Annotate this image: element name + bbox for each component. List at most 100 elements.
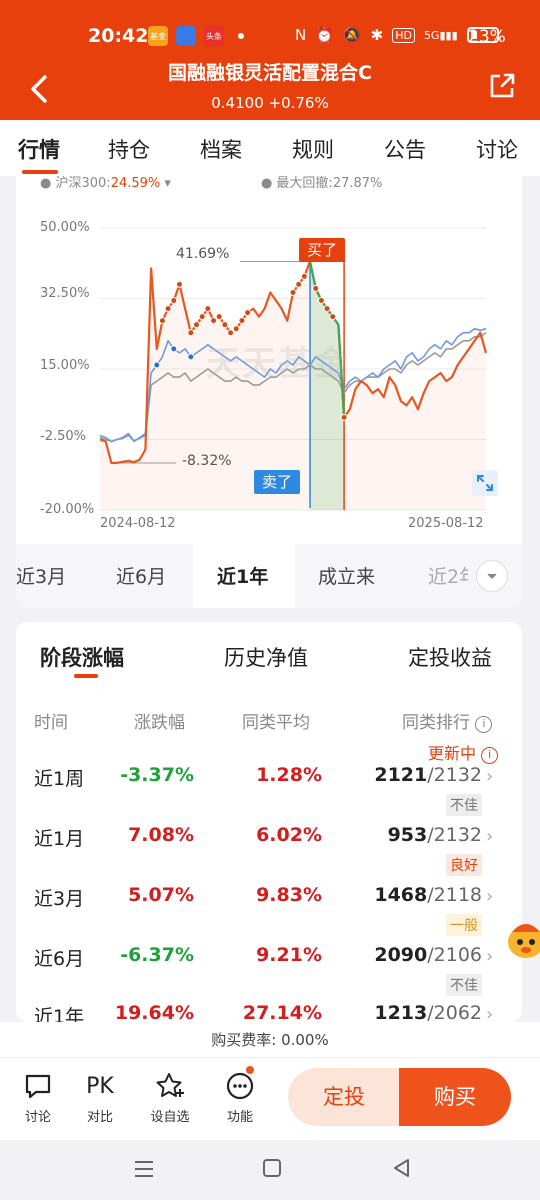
- period-since-inception[interactable]: 成立来: [318, 562, 375, 589]
- col-header-period: 时间: [34, 713, 68, 733]
- purchase-fee: 购买费率: 0.00%: [0, 1022, 540, 1058]
- row-avg: 9.21%: [256, 944, 322, 966]
- info-icon: i: [481, 747, 499, 764]
- trade-point: [329, 313, 337, 321]
- col-header-rank-label: 同类排行: [402, 713, 470, 733]
- system-nav-bar: [0, 1140, 540, 1200]
- performance-chart-card: ● 沪深300:24.59% ▾ ● 最大回撤:27.87% 50.00% 32…: [16, 176, 522, 608]
- nfc-icon: N: [295, 26, 307, 44]
- legend-drawdown-value: 27.87%: [332, 176, 383, 191]
- trade-point: [170, 297, 178, 305]
- tab-sip-returns[interactable]: 定投收益: [408, 642, 492, 672]
- y-tick-label: -20.00%: [40, 502, 95, 517]
- nav-header: 国融融银灵活配置混合C 0.4100 +0.76%: [0, 54, 540, 120]
- period-2y[interactable]: 近2年: [428, 562, 468, 589]
- tab-period-returns[interactable]: 阶段涨幅: [40, 642, 124, 672]
- chevron-right-icon: ›: [486, 946, 494, 967]
- menu-icon[interactable]: [134, 1160, 154, 1178]
- table-row[interactable]: 近6月 -6.37% 9.21% 2090/2106 › 不佳: [16, 944, 522, 1004]
- home-icon[interactable]: [262, 1158, 282, 1178]
- period-3m[interactable]: 近3月: [16, 562, 66, 589]
- functions-label: 功能: [226, 1110, 253, 1125]
- row-rank-value: 2121: [374, 764, 428, 786]
- legend-benchmark: ● 沪深300:24.59% ▾: [40, 176, 171, 191]
- tab-rules[interactable]: 规则: [292, 134, 334, 164]
- row-rank: 2121/2132: [374, 764, 482, 786]
- peak-annotation: 41.69%: [176, 246, 230, 262]
- period-6m[interactable]: 近6月: [116, 562, 166, 589]
- trade-point: [193, 321, 200, 329]
- trade-point: [210, 317, 218, 325]
- period-more-button[interactable]: [476, 560, 508, 592]
- benchmark-point: [187, 353, 195, 361]
- signal-icon: 5G▮▮▮: [423, 28, 458, 42]
- table-row[interactable]: 近3月 5.07% 9.83% 1468/2118 › 一般: [16, 884, 522, 944]
- trade-point: [312, 284, 320, 292]
- tab-discussion[interactable]: 讨论: [476, 134, 518, 164]
- row-rank: 953/2132: [388, 824, 482, 846]
- discuss-label: 讨论: [24, 1110, 51, 1125]
- chevron-right-icon: ›: [486, 766, 494, 787]
- add-watchlist-button[interactable]: 设自选: [140, 1070, 200, 1125]
- tab-profile[interactable]: 档案: [200, 134, 242, 164]
- row-rank-total: /2132: [427, 824, 482, 846]
- fund-title: 国融融银灵活配置混合C: [168, 62, 372, 84]
- rating-badge: 一般: [446, 914, 482, 936]
- trade-point: [317, 297, 325, 305]
- trade-point: [244, 309, 252, 317]
- sip-button[interactable]: 定投: [288, 1068, 400, 1126]
- compare-button[interactable]: PK 对比: [70, 1070, 130, 1126]
- period-selector: 近3月 近6月 近1年 成立来 近2年: [16, 544, 522, 608]
- row-rank-total: /2132: [427, 764, 482, 786]
- buy-marker-tag: 买了: [299, 238, 345, 262]
- row-period: 近1周: [34, 768, 85, 790]
- col-header-avg: 同类平均: [242, 713, 310, 733]
- chevron-right-icon: ›: [486, 826, 494, 847]
- row-period: 近3月: [34, 888, 85, 910]
- trade-point: [175, 280, 183, 288]
- updating-status[interactable]: 更新中 i: [428, 740, 499, 764]
- period-1y[interactable]: 近1年: [217, 562, 268, 589]
- store-app-icon: [176, 26, 196, 46]
- x-tick-label: 2024-08-12: [100, 516, 176, 531]
- chevron-right-icon: ›: [486, 886, 494, 907]
- functions-button[interactable]: 功能: [210, 1070, 270, 1125]
- back-nav-icon[interactable]: [392, 1158, 410, 1178]
- row-rank-value: 2090: [374, 944, 428, 966]
- legend-benchmark-label: 沪深300:: [55, 176, 111, 191]
- expand-chart-icon[interactable]: [472, 470, 498, 496]
- y-tick-label: 32.50%: [40, 286, 90, 301]
- row-change: 5.07%: [128, 884, 194, 906]
- mascot-assistant-icon[interactable]: [504, 912, 540, 964]
- row-avg: 27.14%: [242, 1002, 322, 1022]
- notification-dot-icon: [244, 1064, 256, 1076]
- row-rank-value: 1213: [374, 1002, 428, 1022]
- share-icon[interactable]: [488, 72, 516, 100]
- battery-percent: 23%: [468, 27, 506, 47]
- legend-benchmark-value: 24.59%: [110, 176, 161, 191]
- tab-market[interactable]: 行情: [18, 134, 60, 164]
- tab-nav-history[interactable]: 历史净值: [224, 642, 308, 672]
- hd-icon: HD: [392, 27, 415, 43]
- trade-point: [238, 317, 246, 325]
- col-header-rank[interactable]: 同类排行 i: [402, 708, 493, 733]
- tab-holdings[interactable]: 持仓: [108, 134, 150, 164]
- star-add-icon: [156, 1073, 184, 1097]
- table-row[interactable]: 近1月 7.08% 6.02% 953/2132 › 良好: [16, 824, 522, 884]
- discuss-button[interactable]: 讨论: [8, 1070, 68, 1125]
- row-rank-value: 1468: [374, 884, 428, 906]
- buy-button[interactable]: 购买: [399, 1068, 511, 1126]
- row-period: 近1年: [34, 1006, 85, 1022]
- table-row[interactable]: 近1周 -3.37% 1.28% 2121/2132 › 不佳: [16, 764, 522, 824]
- y-tick-label: 50.00%: [40, 220, 90, 235]
- legend-drawdown: ● 最大回撤:27.87%: [260, 176, 383, 191]
- row-rank-total: /2106: [427, 944, 482, 966]
- x-tick-label: 2025-08-12: [408, 516, 484, 531]
- table-row[interactable]: 近1年 19.64% 27.14% 1213/2062 ›: [16, 1002, 522, 1022]
- tab-announcements[interactable]: 公告: [384, 134, 426, 164]
- status-app-icons: 基金 头条: [148, 26, 244, 46]
- trade-point: [289, 288, 297, 296]
- sell-point: [340, 413, 348, 421]
- row-rank-total: /2118: [427, 884, 482, 906]
- row-change: 7.08%: [128, 824, 194, 846]
